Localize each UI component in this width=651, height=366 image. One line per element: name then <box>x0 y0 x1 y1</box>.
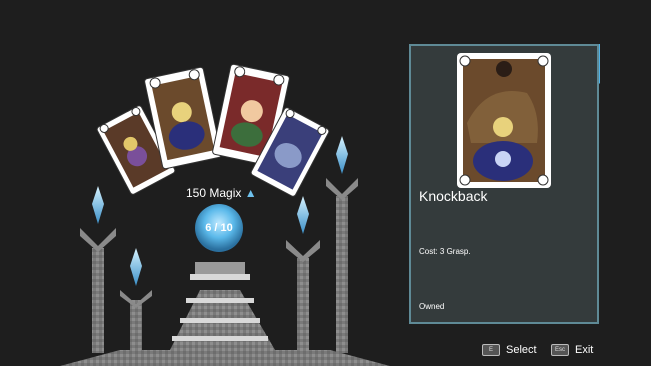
pillar-right-tall <box>326 136 358 353</box>
select-label: Select <box>506 344 537 356</box>
card-cost: Cost: 3 Grasp. <box>419 247 471 256</box>
card-status: Owned <box>419 302 445 311</box>
magix-flame-icon: ▲ <box>244 186 257 200</box>
exit-key-icon: Esc <box>551 344 570 356</box>
card-fan[interactable] <box>96 63 330 198</box>
select-key-icon: E <box>482 344 500 356</box>
crystal-icon <box>92 186 104 224</box>
card-title: Knockback <box>419 188 488 204</box>
magix-label: 150 Magix <box>186 186 242 200</box>
crystal-icon <box>130 248 142 286</box>
orb-progress-text: 6 / 10 <box>205 222 233 234</box>
crystal-icon <box>336 136 348 174</box>
pillar-left-tall <box>80 186 116 353</box>
magix-counter: 150 Magix ▲ <box>186 186 257 200</box>
exit-label: Exit <box>575 344 594 356</box>
pillar-right-mid <box>286 196 320 353</box>
exit-hint[interactable]: Esc Exit <box>551 344 593 356</box>
pillar-left-short <box>120 248 152 352</box>
selected-card-art <box>457 53 551 188</box>
crystal-icon <box>297 196 309 234</box>
select-hint[interactable]: E Select <box>482 344 537 356</box>
